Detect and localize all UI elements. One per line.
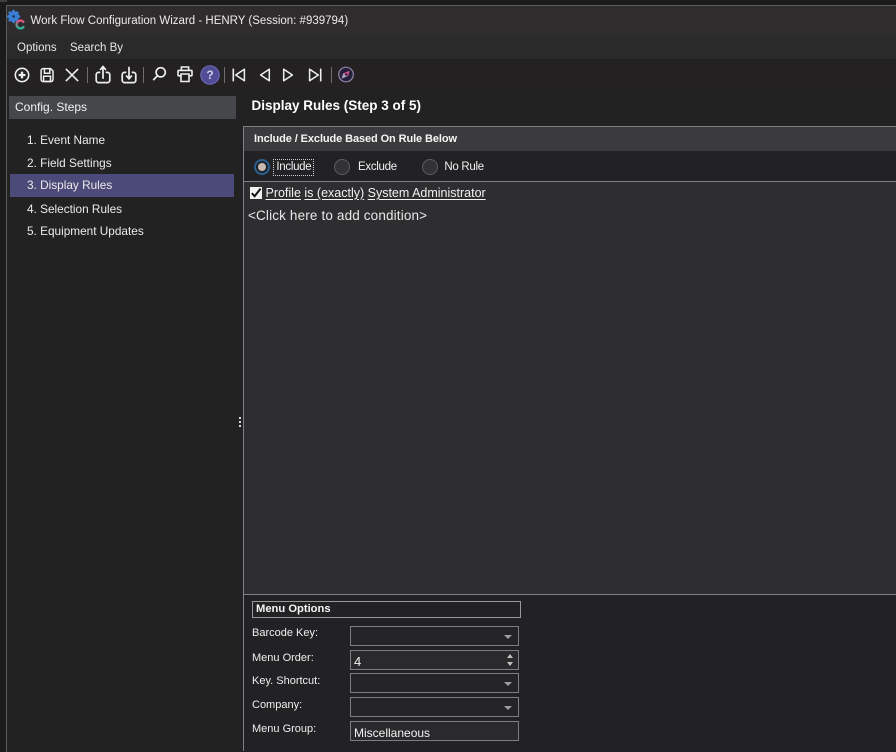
svg-text:?: ? [206,68,213,82]
